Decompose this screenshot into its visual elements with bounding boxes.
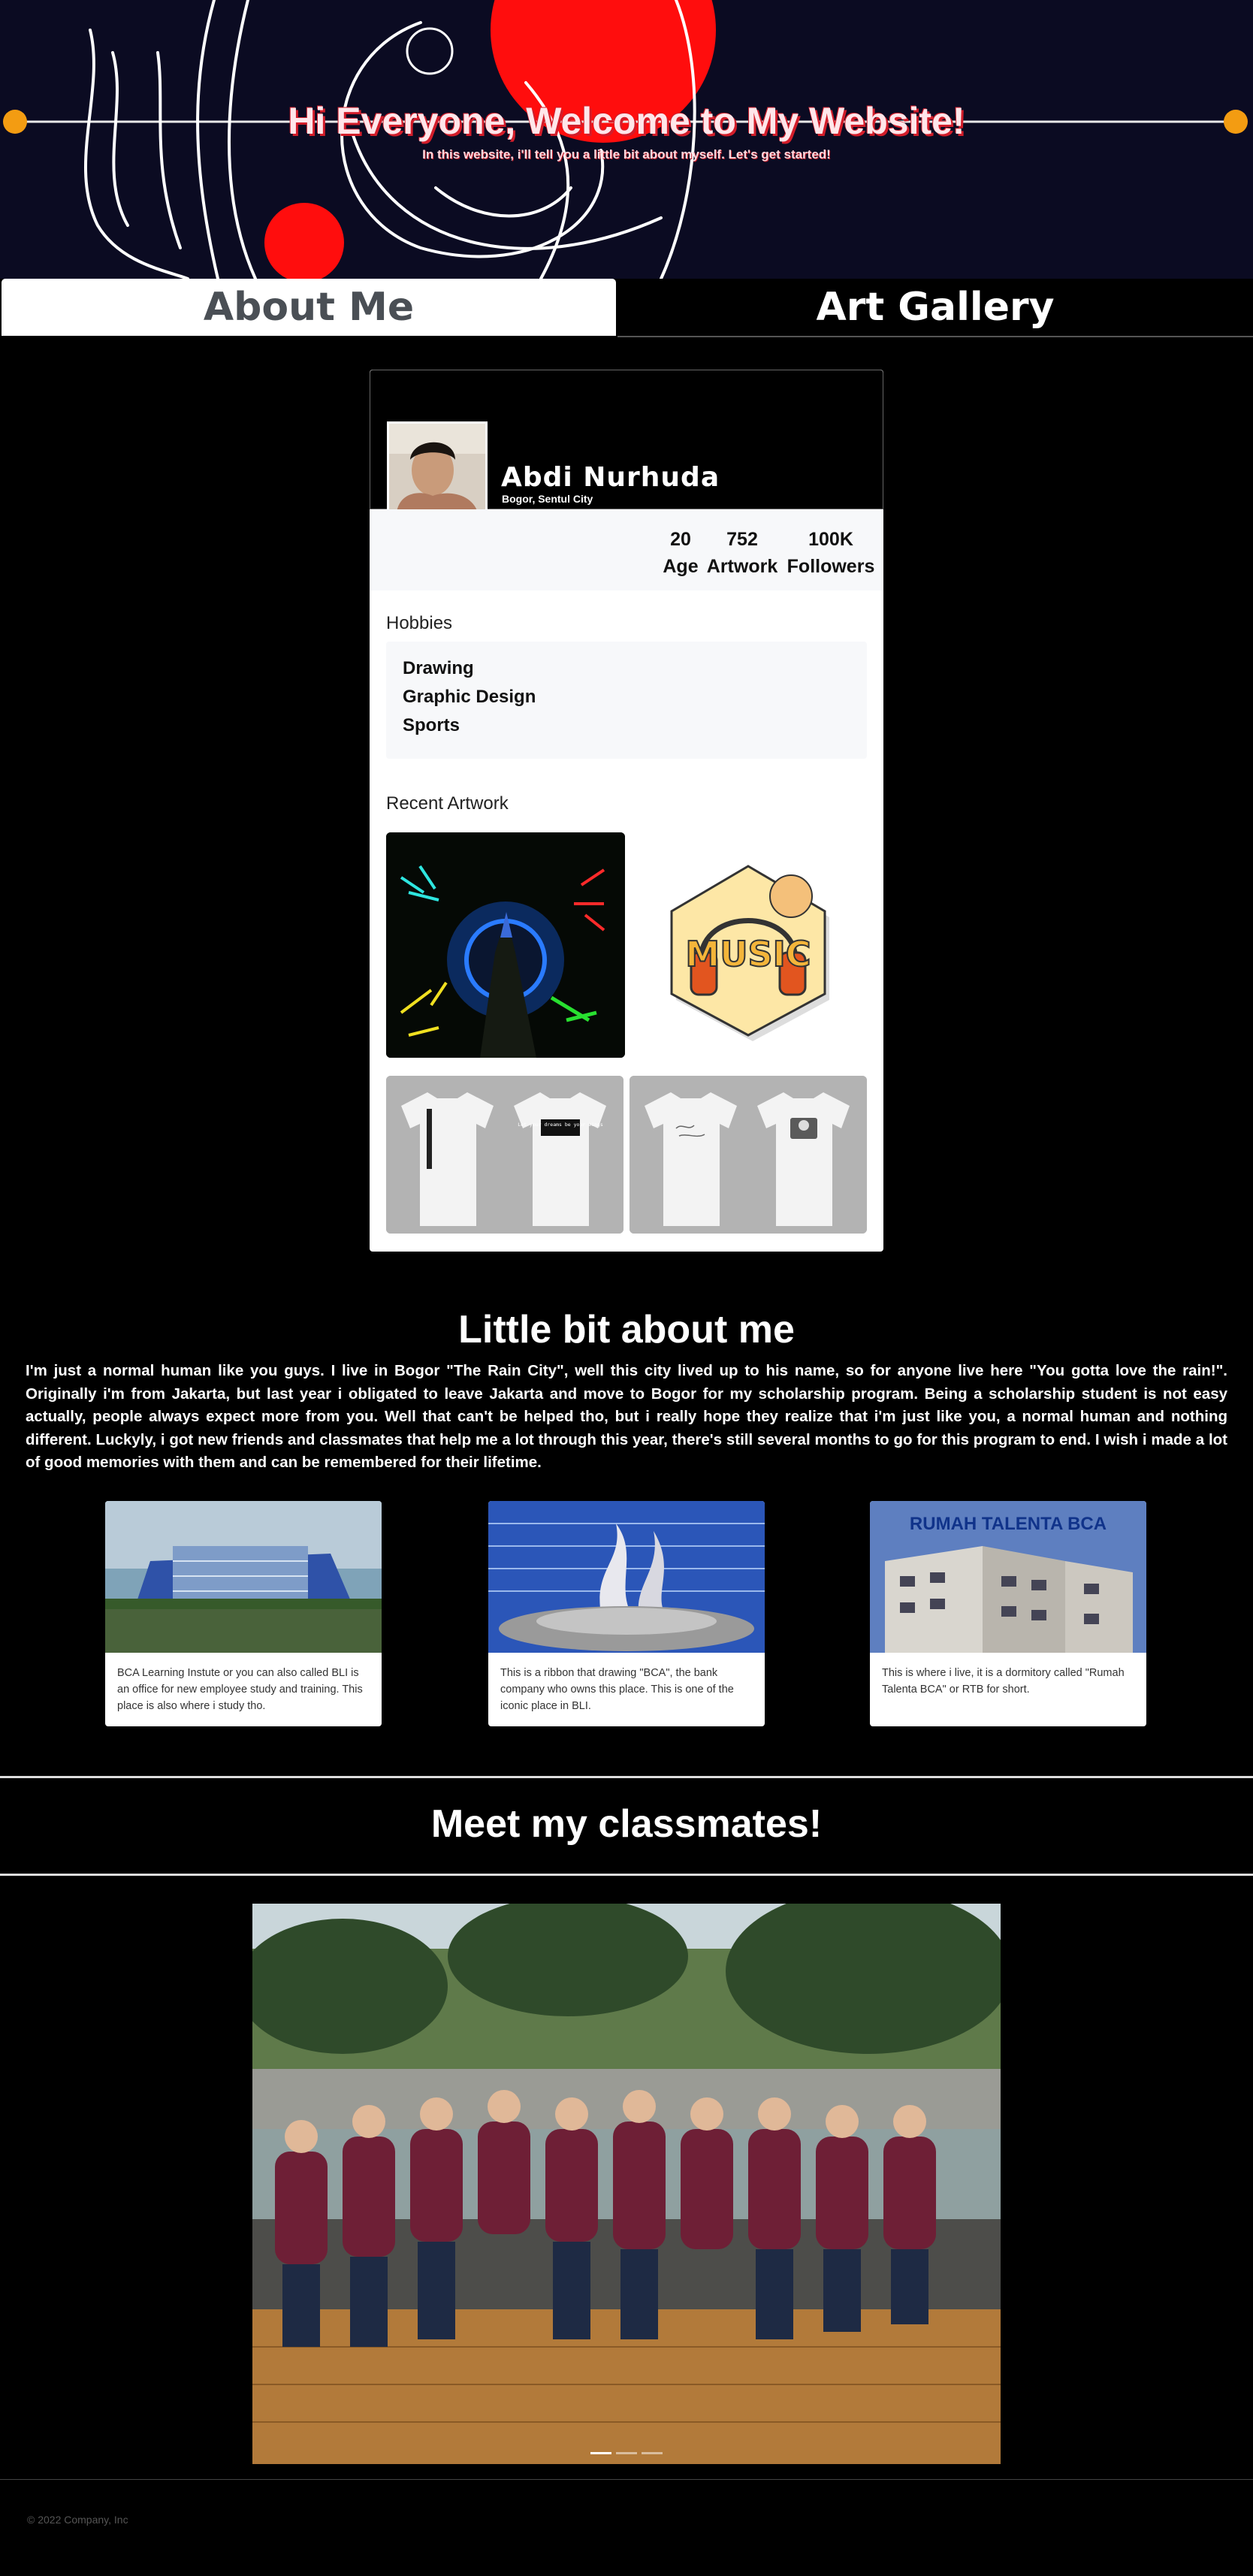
section-divider — [0, 1776, 1253, 1778]
tab-about-me[interactable]: About Me — [2, 279, 616, 336]
stat-followers: 100K Followers — [784, 526, 877, 580]
stat-artwork-label: Artwork — [706, 556, 778, 577]
profile-name: Abdi Nurhuda — [501, 462, 720, 493]
tab-bar: About Me Art Gallery — [0, 279, 1253, 337]
hobbies-heading: Hobbies — [386, 613, 453, 633]
recent-artwork-heading: Recent Artwork — [386, 793, 509, 814]
hobby-item: Sports — [403, 715, 460, 735]
stat-artwork-value: 752 — [726, 529, 758, 550]
place-image-ribbon — [488, 1501, 765, 1653]
avatar-photo — [389, 424, 485, 512]
artwork-wizard-illustration — [386, 832, 625, 1058]
place-image-dormitory: RUMAH TALENTA BCA — [870, 1501, 1146, 1653]
place-card-bli: BCA Learning Instute or you can also cal… — [105, 1501, 382, 1726]
shirt-design-illustration — [630, 1076, 867, 1234]
footer-copyright: © 2022 Company, Inc — [27, 2514, 128, 2526]
classmates-carousel[interactable] — [252, 1904, 1001, 2464]
section-divider — [0, 1874, 1253, 1876]
carousel-indicator[interactable] — [590, 2452, 611, 2454]
stat-followers-value: 100K — [808, 529, 853, 550]
footer-divider — [0, 2479, 1253, 2480]
shirt-design-illustration: Let your dreams be your wings — [386, 1076, 623, 1234]
profile-location: Bogor, Sentul City — [502, 493, 593, 505]
artwork-music-image[interactable]: MUSIC — [630, 832, 867, 1058]
place-card-dormitory: RUMAH TALENTA BCA This is where i live, … — [870, 1501, 1146, 1726]
classmates-photo — [252, 1904, 1001, 2464]
place-card-ribbon: This is a ribbon that drawing "BCA", the… — [488, 1501, 765, 1726]
stat-age: 20 Age — [658, 526, 703, 580]
stat-age-value: 20 — [670, 529, 691, 550]
avatar — [387, 421, 488, 515]
profile-header: Abdi Nurhuda Bogor, Sentul City — [370, 370, 883, 515]
shirt-text: Let your dreams be your wings — [518, 1122, 603, 1128]
place-caption: BCA Learning Instute or you can also cal… — [117, 1667, 363, 1712]
artwork-wizard-image[interactable] — [386, 832, 625, 1058]
shirt-design-image[interactable] — [630, 1076, 867, 1234]
artwork-music-illustration: MUSIC — [630, 832, 867, 1058]
about-paragraph: I'm just a normal human like you guys. I… — [26, 1362, 1227, 1471]
hero-banner: Hi Everyone, Welcome to My Website! In t… — [0, 0, 1253, 279]
profile-stats: 20 Age 752 Artwork 100K Followers — [370, 509, 883, 590]
classmates-title: Meet my classmates! — [430, 1802, 823, 1846]
shirt-design-image[interactable]: Let your dreams be your wings — [386, 1076, 623, 1234]
tab-art-gallery[interactable]: Art Gallery — [617, 279, 1253, 337]
place-caption: This is where i live, it is a dormitory … — [882, 1667, 1125, 1696]
hero-subtitle: In this website, i'll tell you a little … — [422, 147, 831, 162]
stat-followers-label: Followers — [787, 556, 875, 577]
hobby-item: Graphic Design — [403, 687, 536, 707]
hobbies-list: Drawing Graphic Design Sports — [386, 642, 867, 759]
artwork-music-text: MUSIC — [685, 934, 811, 974]
place-caption: This is a ribbon that drawing "BCA", the… — [500, 1667, 734, 1712]
hero-title: Hi Everyone, Welcome to My Website! — [288, 100, 965, 142]
dormitory-sign-text: RUMAH TALENTA BCA — [910, 1514, 1107, 1534]
stat-age-label: Age — [663, 556, 699, 577]
stat-artwork: 752 Artwork — [705, 526, 780, 580]
hobby-item: Drawing — [403, 658, 474, 678]
carousel-indicator[interactable] — [616, 2452, 637, 2454]
carousel-indicator[interactable] — [642, 2452, 663, 2454]
about-title: Little bit about me — [458, 1308, 795, 1351]
place-image-bli — [105, 1501, 382, 1653]
carousel-indicators — [252, 2445, 1001, 2458]
profile-card: Abdi Nurhuda Bogor, Sentul City 20 Age 7… — [370, 370, 883, 1252]
